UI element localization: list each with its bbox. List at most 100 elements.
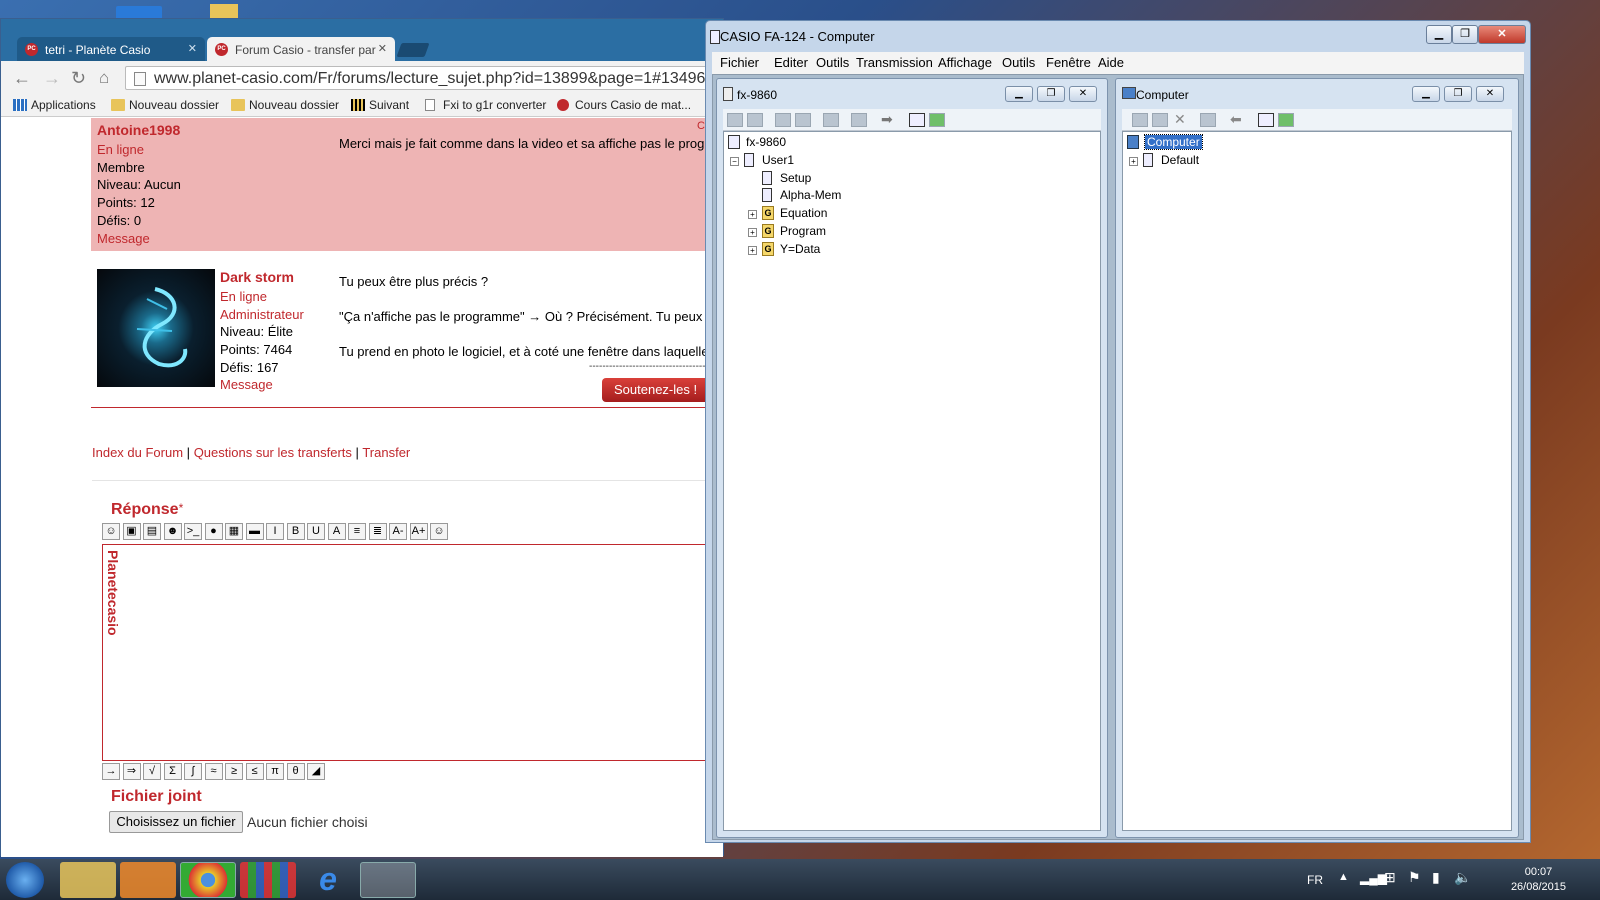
format-button-5[interactable]: ● <box>204 523 223 540</box>
copy-icon[interactable] <box>775 113 791 127</box>
address-bar[interactable]: www.planet-casio.com/Fr/forums/lecture_s… <box>125 66 725 90</box>
tree-setup[interactable]: Setup <box>762 171 811 185</box>
expand-icon[interactable]: + <box>1129 157 1138 166</box>
tab-forum-casio[interactable]: PC Forum Casio - transfer par ✕ <box>207 37 395 61</box>
math-symbol-button-4[interactable]: ∫ <box>184 763 202 780</box>
windows-icon[interactable]: ⊞ <box>1384 869 1396 886</box>
clock[interactable]: 00:07 26/08/2015 <box>1511 865 1566 895</box>
math-symbol-button-9[interactable]: θ <box>286 763 305 780</box>
new-icon[interactable] <box>823 113 839 127</box>
format-button-7[interactable]: ▬ <box>245 523 264 540</box>
delete-icon[interactable]: ✕ <box>1174 111 1186 128</box>
menu-editer[interactable]: Editer <box>774 55 808 70</box>
tree-default[interactable]: Default <box>1143 153 1199 167</box>
close-tab-icon[interactable]: ✕ <box>378 42 387 55</box>
tree-user1[interactable]: User1 <box>744 153 794 167</box>
calculator-icon[interactable] <box>909 113 925 127</box>
format-button-14[interactable]: A- <box>389 523 407 540</box>
back-arrow-icon[interactable]: ← <box>13 68 31 89</box>
start-button[interactable] <box>6 862 44 898</box>
flag-icon[interactable]: ⚑ <box>1408 869 1421 886</box>
math-symbol-button-0[interactable]: → <box>102 763 120 780</box>
paste-icon[interactable] <box>1152 113 1168 127</box>
bookmark-folder-1[interactable]: Nouveau dossier <box>111 98 219 112</box>
breadcrumb-transfer[interactable]: Transfer <box>362 445 410 460</box>
format-button-1[interactable]: ▣ <box>122 523 141 540</box>
tree-alpha-mem[interactable]: Alpha-Mem <box>762 188 841 202</box>
minimize-button[interactable]: ▁ <box>1005 86 1033 102</box>
format-button-10[interactable]: U <box>307 523 325 540</box>
format-button-3[interactable]: ☻ <box>163 523 182 540</box>
math-symbol-button-6[interactable]: ≥ <box>225 763 243 780</box>
format-button-4[interactable]: >_ <box>184 523 202 540</box>
check-icon[interactable] <box>1278 113 1294 127</box>
tree-equation[interactable]: G Equation <box>762 206 827 220</box>
paste-icon[interactable] <box>795 113 811 127</box>
math-symbol-button-2[interactable]: √ <box>143 763 161 780</box>
menu-outils[interactable]: Outils <box>816 55 849 70</box>
breadcrumb-index[interactable]: Index du Forum <box>92 445 183 460</box>
calculator-icon[interactable] <box>1258 113 1274 127</box>
reload-icon[interactable]: ↻ <box>71 68 86 89</box>
menu-transmission[interactable]: Transmission <box>856 55 933 70</box>
collapse-icon[interactable]: − <box>730 157 739 166</box>
post-author[interactable]: Dark storm <box>220 269 294 287</box>
bookmark-cours-casio[interactable]: Cours Casio de mat... <box>557 98 691 112</box>
format-button-8[interactable]: I <box>266 523 284 540</box>
choose-file-button[interactable]: Choisissez un fichier <box>109 811 243 833</box>
casio-taskbar-icon[interactable] <box>360 862 416 898</box>
format-button-16[interactable]: ☺ <box>430 523 448 540</box>
minimize-button[interactable]: ▁ <box>1412 86 1440 102</box>
post-corner-link[interactable]: C <box>697 118 705 136</box>
signal-icon[interactable]: ▂▄▆ <box>1360 871 1387 885</box>
battery-icon[interactable]: ▮ <box>1432 869 1440 886</box>
reply-textarea[interactable] <box>102 544 722 761</box>
post-author[interactable]: Antoine1998 <box>97 122 180 140</box>
expand-icon[interactable]: + <box>748 246 757 255</box>
minimize-button[interactable]: ▁ <box>1426 25 1452 44</box>
math-symbol-button-3[interactable]: Σ <box>163 763 182 780</box>
home-icon[interactable]: ⌂ <box>99 68 109 88</box>
close-button[interactable]: ✕ <box>1476 86 1504 102</box>
soutenez-button[interactable]: Soutenez-les ! <box>602 378 712 402</box>
math-symbol-button-5[interactable]: ≈ <box>204 763 223 780</box>
menu-fichier[interactable]: Fichier <box>720 55 759 70</box>
new-icon[interactable] <box>1200 113 1216 127</box>
format-button-9[interactable]: B <box>286 523 305 540</box>
media-player-taskbar-icon[interactable] <box>120 862 176 898</box>
maximize-button[interactable]: ❐ <box>1452 25 1478 44</box>
message-link[interactable]: Message <box>97 230 150 248</box>
arrow-left-icon[interactable]: ⬅ <box>1230 111 1242 128</box>
new-tab-button[interactable] <box>396 43 430 57</box>
disk-icon[interactable] <box>851 113 867 127</box>
format-button-15[interactable]: A+ <box>409 523 428 540</box>
bookmark-converter[interactable]: Fxi to g1r converter <box>425 98 546 112</box>
format-button-11[interactable]: A <box>327 523 346 540</box>
tree-root[interactable]: Computer <box>1127 134 1203 150</box>
explorer-taskbar-icon[interactable] <box>60 862 116 898</box>
close-button[interactable]: ✕ <box>1478 25 1526 44</box>
math-symbol-button-7[interactable]: ≤ <box>245 763 264 780</box>
format-button-0[interactable]: ☺ <box>102 523 120 540</box>
tree-ydata[interactable]: G Y=Data <box>762 242 820 256</box>
apps-taskbar-icon[interactable] <box>240 862 296 898</box>
format-button-12[interactable]: ≡ <box>348 523 366 540</box>
copy-icon[interactable] <box>1132 113 1148 127</box>
format-button-13[interactable]: ≣ <box>368 523 387 540</box>
close-tab-icon[interactable]: ✕ <box>188 42 197 55</box>
check-icon[interactable] <box>929 113 945 127</box>
expand-icon[interactable]: + <box>748 210 757 219</box>
copy-icon[interactable] <box>727 113 743 127</box>
menu-aide[interactable]: Aide <box>1098 55 1124 70</box>
breadcrumb-questions[interactable]: Questions sur les transferts <box>194 445 352 460</box>
bookmark-folder-2[interactable]: Nouveau dossier <box>231 98 339 112</box>
ie-taskbar-icon[interactable]: e <box>300 862 356 898</box>
avatar[interactable] <box>97 269 215 387</box>
tree-program[interactable]: G Program <box>762 224 826 238</box>
bookmark-applications[interactable]: Applications <box>13 98 96 112</box>
math-symbol-button-8[interactable]: π <box>266 763 284 780</box>
transfer-icon[interactable] <box>747 113 763 127</box>
chrome-taskbar-icon[interactable] <box>180 862 236 898</box>
maximize-button[interactable]: ❐ <box>1037 86 1065 102</box>
menu-affichage[interactable]: Affichage <box>938 55 992 70</box>
